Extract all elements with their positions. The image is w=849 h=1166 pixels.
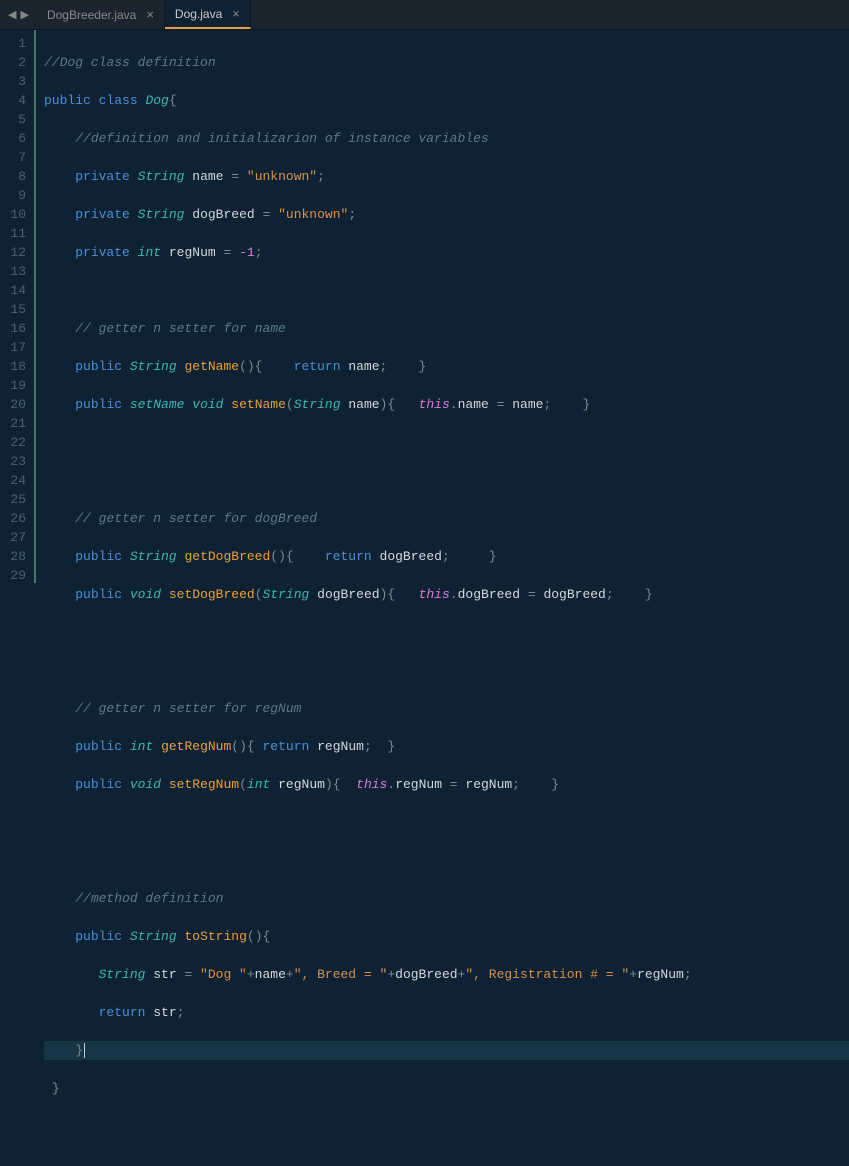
line-number: 14 (4, 281, 26, 300)
code-line: // getter n setter for name (44, 319, 849, 338)
code-line: private String name = "unknown"; (44, 167, 849, 186)
code-line: // getter n setter for regNum (44, 699, 849, 718)
code-line: private String dogBreed = "unknown"; (44, 205, 849, 224)
line-number: 11 (4, 224, 26, 243)
code-line: public int getRegNum(){ return regNum; } (44, 737, 849, 756)
tab-dog[interactable]: Dog.java × (165, 0, 251, 29)
nav-right-icon[interactable]: ▶ (18, 8, 30, 22)
line-number: 6 (4, 129, 26, 148)
tab-bar: ◀ ▶ DogBreeder.java × Dog.java × (0, 0, 849, 30)
code-line (44, 281, 849, 300)
code-line-current: } (44, 1041, 849, 1060)
code-line (44, 1117, 849, 1136)
line-number: 29 (4, 566, 26, 585)
code-line (44, 623, 849, 642)
code-line: return str; (44, 1003, 849, 1022)
line-number: 20 (4, 395, 26, 414)
line-number: 19 (4, 376, 26, 395)
text-cursor (84, 1043, 85, 1058)
line-number: 7 (4, 148, 26, 167)
code-line: // getter n setter for dogBreed (44, 509, 849, 528)
gutter: 1234567891011121314151617181920212223242… (0, 30, 36, 583)
line-number: 12 (4, 243, 26, 262)
code-line: public void setRegNum(int regNum){ this.… (44, 775, 849, 794)
close-icon[interactable]: × (232, 6, 240, 21)
nav-left-icon[interactable]: ◀ (6, 8, 18, 22)
code-line: //definition and initializarion of insta… (44, 129, 849, 148)
code-area[interactable]: //Dog class definition public class Dog{… (36, 30, 849, 583)
code-line: public String toString(){ (44, 927, 849, 946)
code-line: public String getName(){ return name; } (44, 357, 849, 376)
line-number: 18 (4, 357, 26, 376)
line-number: 24 (4, 471, 26, 490)
tab-label: Dog.java (175, 7, 222, 21)
line-number: 28 (4, 547, 26, 566)
code-line: public void setDogBreed(String dogBreed)… (44, 585, 849, 604)
code-line: //Dog class definition (44, 53, 849, 72)
line-number: 1 (4, 34, 26, 53)
line-number: 8 (4, 167, 26, 186)
tab-label: DogBreeder.java (47, 8, 136, 22)
code-line (44, 851, 849, 870)
line-number: 17 (4, 338, 26, 357)
line-number: 21 (4, 414, 26, 433)
code-line (44, 661, 849, 680)
line-number: 26 (4, 509, 26, 528)
line-number: 5 (4, 110, 26, 129)
editor: 1234567891011121314151617181920212223242… (0, 30, 849, 583)
code-line: String str = "Dog "+name+", Breed = "+do… (44, 965, 849, 984)
code-line: public setName publicvoid setName(String… (44, 395, 849, 414)
code-line: //method definition (44, 889, 849, 908)
line-number: 16 (4, 319, 26, 338)
line-number: 22 (4, 433, 26, 452)
code-line: } (44, 1079, 849, 1098)
code-line (44, 813, 849, 832)
tab-dogbreeder[interactable]: DogBreeder.java × (37, 0, 165, 29)
line-number: 15 (4, 300, 26, 319)
line-number: 10 (4, 205, 26, 224)
code-line (44, 471, 849, 490)
code-line: public class Dog{ (44, 91, 849, 110)
line-number: 3 (4, 72, 26, 91)
line-number: 13 (4, 262, 26, 281)
code-line (44, 433, 849, 452)
tab-nav: ◀ ▶ (0, 8, 37, 22)
line-number: 4 (4, 91, 26, 110)
code-line: private int regNum = -1; (44, 243, 849, 262)
line-number: 2 (4, 53, 26, 72)
code-line: public String getDogBreed(){ return dogB… (44, 547, 849, 566)
line-number: 27 (4, 528, 26, 547)
line-number: 23 (4, 452, 26, 471)
line-number: 25 (4, 490, 26, 509)
close-icon[interactable]: × (146, 7, 154, 22)
line-number: 9 (4, 186, 26, 205)
